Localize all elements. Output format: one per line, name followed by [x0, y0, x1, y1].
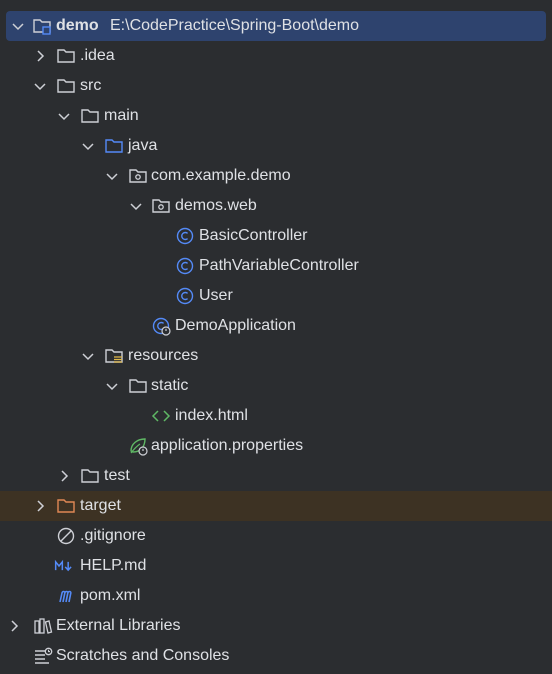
- excluded-folder-icon: [57, 499, 75, 513]
- folder-icon: [81, 109, 99, 123]
- tree-row-resources[interactable]: resources: [0, 341, 552, 371]
- chevron-down-icon[interactable]: [128, 198, 144, 214]
- tree-row-gitignore[interactable]: .gitignore: [0, 521, 552, 551]
- folder-icon: [81, 469, 99, 483]
- chevron-down-icon[interactable]: [80, 348, 96, 364]
- tree-label: index.html: [175, 407, 248, 424]
- tree-label: java: [128, 137, 158, 154]
- chevron-down-icon[interactable]: [10, 18, 26, 34]
- library-icon: [34, 618, 53, 634]
- tree-row-test[interactable]: test: [0, 461, 552, 491]
- tree-label: main: [104, 107, 139, 124]
- tree-row-help-md[interactable]: HELP.md: [0, 551, 552, 581]
- tree-row-main[interactable]: main: [0, 101, 552, 131]
- folder-icon: [57, 79, 75, 93]
- tree-row-index-html[interactable]: index.html: [0, 401, 552, 431]
- tree-row-path-variable-controller[interactable]: PathVariableController: [0, 251, 552, 281]
- tree-row-src[interactable]: src: [0, 71, 552, 101]
- tree-label: target: [80, 497, 121, 514]
- markdown-icon: [54, 559, 72, 572]
- resources-folder-icon: [105, 349, 123, 363]
- scratches-icon: [35, 647, 53, 664]
- tree-label: application.properties: [151, 437, 304, 454]
- tree-row-external-libraries[interactable]: External Libraries: [0, 611, 552, 641]
- class-icon: [176, 287, 194, 305]
- tree-label: src: [80, 77, 102, 94]
- module-folder-icon: [33, 19, 51, 35]
- package-icon: [152, 199, 170, 213]
- source-folder-icon: [105, 139, 123, 153]
- class-icon: [176, 227, 194, 245]
- tree-row-pom-xml[interactable]: pom.xml: [0, 581, 552, 611]
- tree-label: PathVariableController: [199, 257, 359, 274]
- html-file-icon: [151, 410, 171, 422]
- chevron-down-icon[interactable]: [32, 78, 48, 94]
- tree-row-demos-web[interactable]: demos.web: [0, 191, 552, 221]
- ignore-file-icon: [57, 527, 75, 545]
- tree-label: com.example.demo: [151, 167, 291, 184]
- tree-label: resources: [128, 347, 199, 364]
- project-tree: demo E:\CodePractice\Spring-Boot\demo .i…: [0, 0, 552, 674]
- root-name: demo: [56, 17, 99, 34]
- tree-label: User: [199, 287, 233, 304]
- tree-label: BasicController: [199, 227, 308, 244]
- tree-row-java[interactable]: java: [0, 131, 552, 161]
- tree-row-demo[interactable]: demo E:\CodePractice\Spring-Boot\demo: [6, 11, 546, 41]
- folder-icon: [129, 379, 147, 393]
- chevron-down-icon[interactable]: [104, 168, 120, 184]
- tree-label: .gitignore: [80, 527, 146, 544]
- chevron-right-icon[interactable]: [56, 468, 72, 484]
- package-icon: [129, 169, 147, 183]
- chevron-down-icon[interactable]: [56, 108, 72, 124]
- spring-properties-icon: [130, 438, 148, 456]
- tree-row-package[interactable]: com.example.demo: [0, 161, 552, 191]
- tree-row-static[interactable]: static: [0, 371, 552, 401]
- folder-icon: [57, 49, 75, 63]
- tree-label: test: [104, 467, 130, 484]
- spring-boot-class-icon: [152, 317, 171, 336]
- tree-label: static: [151, 377, 189, 394]
- tree-label: DemoApplication: [175, 317, 296, 334]
- tree-label: HELP.md: [80, 557, 147, 574]
- tree-row-user[interactable]: User: [0, 281, 552, 311]
- tree-row-application-properties[interactable]: application.properties: [0, 431, 552, 461]
- tree-row-demo-application[interactable]: DemoApplication: [0, 311, 552, 341]
- tree-label: demos.web: [175, 197, 257, 214]
- tree-row-basic-controller[interactable]: BasicController: [0, 221, 552, 251]
- root-path: E:\CodePractice\Spring-Boot\demo: [110, 17, 360, 34]
- maven-icon: [59, 590, 72, 603]
- tree-row-idea[interactable]: .idea: [0, 41, 552, 71]
- tree-row-target[interactable]: target: [0, 491, 552, 521]
- chevron-right-icon[interactable]: [32, 48, 48, 64]
- tree-label: .idea: [80, 47, 115, 64]
- tree-label: External Libraries: [56, 617, 181, 634]
- chevron-down-icon[interactable]: [80, 138, 96, 154]
- tree-row-scratches[interactable]: Scratches and Consoles: [0, 641, 552, 671]
- chevron-down-icon[interactable]: [104, 378, 120, 394]
- tree-label: pom.xml: [80, 587, 141, 604]
- chevron-right-icon[interactable]: [32, 498, 48, 514]
- chevron-right-icon[interactable]: [6, 618, 22, 634]
- tree-label: Scratches and Consoles: [56, 647, 230, 664]
- class-icon: [176, 257, 194, 275]
